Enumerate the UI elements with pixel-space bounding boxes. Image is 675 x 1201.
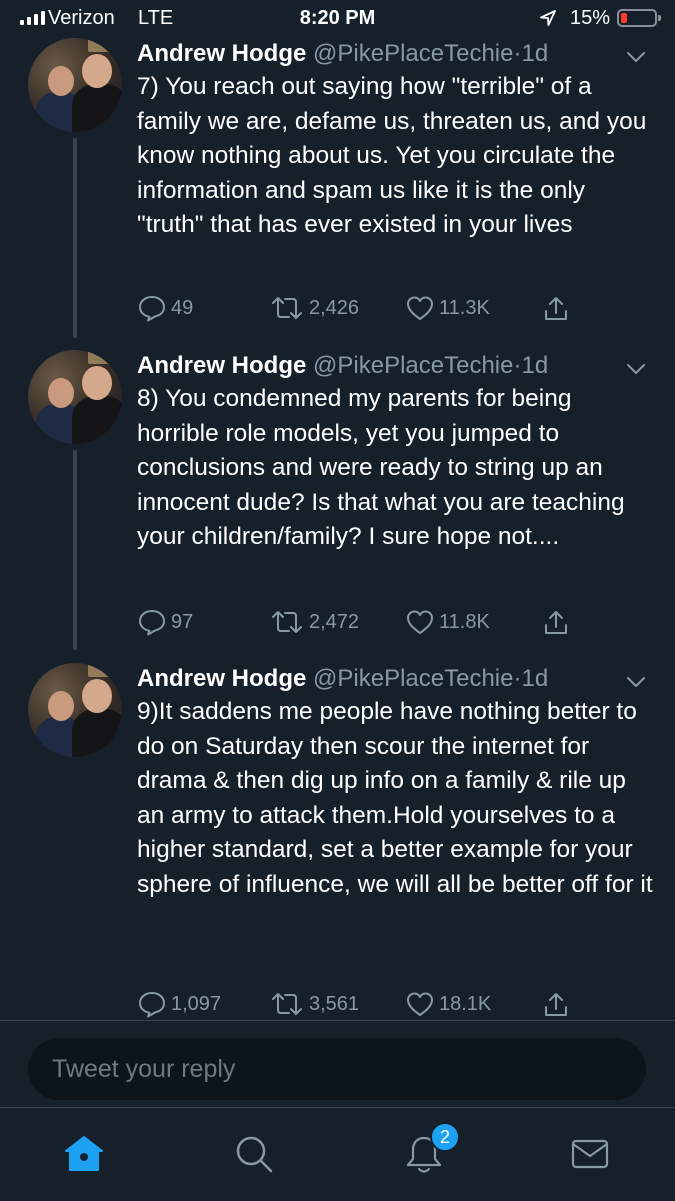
retweet-icon xyxy=(272,993,302,1015)
avatar[interactable] xyxy=(28,663,122,757)
tweet-text: 8) You condemned my parents for being ho… xyxy=(137,385,625,550)
retweet-icon xyxy=(272,297,302,319)
status-bar: Verizon LTE 8:20 PM 15% xyxy=(0,0,675,36)
tweet-header: Andrew Hodge @PikePlaceTechie·1d xyxy=(137,665,548,693)
tweet-time: 1d xyxy=(521,352,549,379)
location-arrow-icon xyxy=(540,10,556,26)
reply-icon xyxy=(139,992,165,1018)
author-handle[interactable]: @PikePlaceTechie xyxy=(313,665,513,692)
reply-count: 1,097 xyxy=(171,992,222,1015)
author-handle[interactable]: @PikePlaceTechie xyxy=(313,352,513,379)
reply-count: 49 xyxy=(171,296,194,319)
retweet-count: 2,426 xyxy=(309,296,360,319)
retweet-button[interactable]: 2,426 xyxy=(269,294,359,322)
author-name[interactable]: Andrew Hodge xyxy=(137,40,306,67)
tab-bar xyxy=(0,1107,675,1201)
reply-button[interactable]: 1,097 xyxy=(137,990,221,1018)
chevron-down-icon[interactable] xyxy=(626,675,646,689)
tweet-actions: 1,097 3,561 18.1K xyxy=(137,990,657,1020)
retweet-count: 2,472 xyxy=(309,610,360,633)
like-count: 18.1K xyxy=(439,992,492,1015)
share-button[interactable] xyxy=(541,990,571,1020)
like-count: 11.3K xyxy=(439,296,490,319)
messages-icon[interactable] xyxy=(568,1132,612,1176)
like-count: 11.8K xyxy=(439,610,490,633)
tweet-header: Andrew Hodge @PikePlaceTechie·1d xyxy=(137,352,548,380)
tweet-actions: 49 2,426 11.3K xyxy=(137,294,657,324)
like-button[interactable]: 11.3K xyxy=(405,294,490,322)
like-button[interactable]: 11.8K xyxy=(405,608,490,636)
chevron-down-icon[interactable] xyxy=(626,50,646,64)
avatar[interactable] xyxy=(28,38,122,132)
heart-icon xyxy=(407,610,433,634)
tweet-header: Andrew Hodge @PikePlaceTechie·1d xyxy=(137,40,548,68)
heart-icon xyxy=(407,296,433,320)
reply-input[interactable]: Tweet your reply xyxy=(28,1038,646,1100)
battery-icon xyxy=(617,9,661,27)
reply-icon xyxy=(139,296,165,322)
author-name[interactable]: Andrew Hodge xyxy=(137,665,306,692)
retweet-button[interactable]: 3,561 xyxy=(269,990,359,1018)
author-handle[interactable]: @PikePlaceTechie xyxy=(313,40,513,67)
reply-button[interactable]: 49 xyxy=(137,294,193,322)
retweet-icon xyxy=(272,611,302,633)
retweet-count: 3,561 xyxy=(309,992,360,1015)
tweet-text: 9)It saddens me people have nothing bett… xyxy=(137,698,653,898)
like-button[interactable]: 18.1K xyxy=(405,990,491,1018)
tweet-actions: 97 2,472 11.8K xyxy=(137,608,657,638)
battery-percent: 15% xyxy=(570,7,611,29)
share-button[interactable] xyxy=(541,294,571,324)
retweet-button[interactable]: 2,472 xyxy=(269,608,359,636)
reply-icon xyxy=(139,610,165,636)
share-icon xyxy=(545,993,567,1016)
thread-line xyxy=(73,138,77,338)
author-name[interactable]: Andrew Hodge xyxy=(137,352,306,379)
chevron-down-icon[interactable] xyxy=(626,362,646,376)
reply-button[interactable]: 97 xyxy=(137,608,193,636)
share-button[interactable] xyxy=(541,608,571,638)
notifications-badge: 2 xyxy=(430,1122,460,1152)
tweet-time: 1d xyxy=(521,40,549,67)
search-icon[interactable] xyxy=(232,1132,276,1176)
tweet-time: 1d xyxy=(521,665,549,692)
reply-count: 97 xyxy=(171,610,194,633)
heart-icon xyxy=(407,992,433,1016)
home-icon[interactable] xyxy=(62,1132,106,1176)
share-icon xyxy=(545,297,567,320)
thread-line xyxy=(73,450,77,650)
avatar[interactable] xyxy=(28,350,122,444)
share-icon xyxy=(545,611,567,634)
tweet-text: 7) You reach out saying how "terrible" o… xyxy=(137,73,647,238)
